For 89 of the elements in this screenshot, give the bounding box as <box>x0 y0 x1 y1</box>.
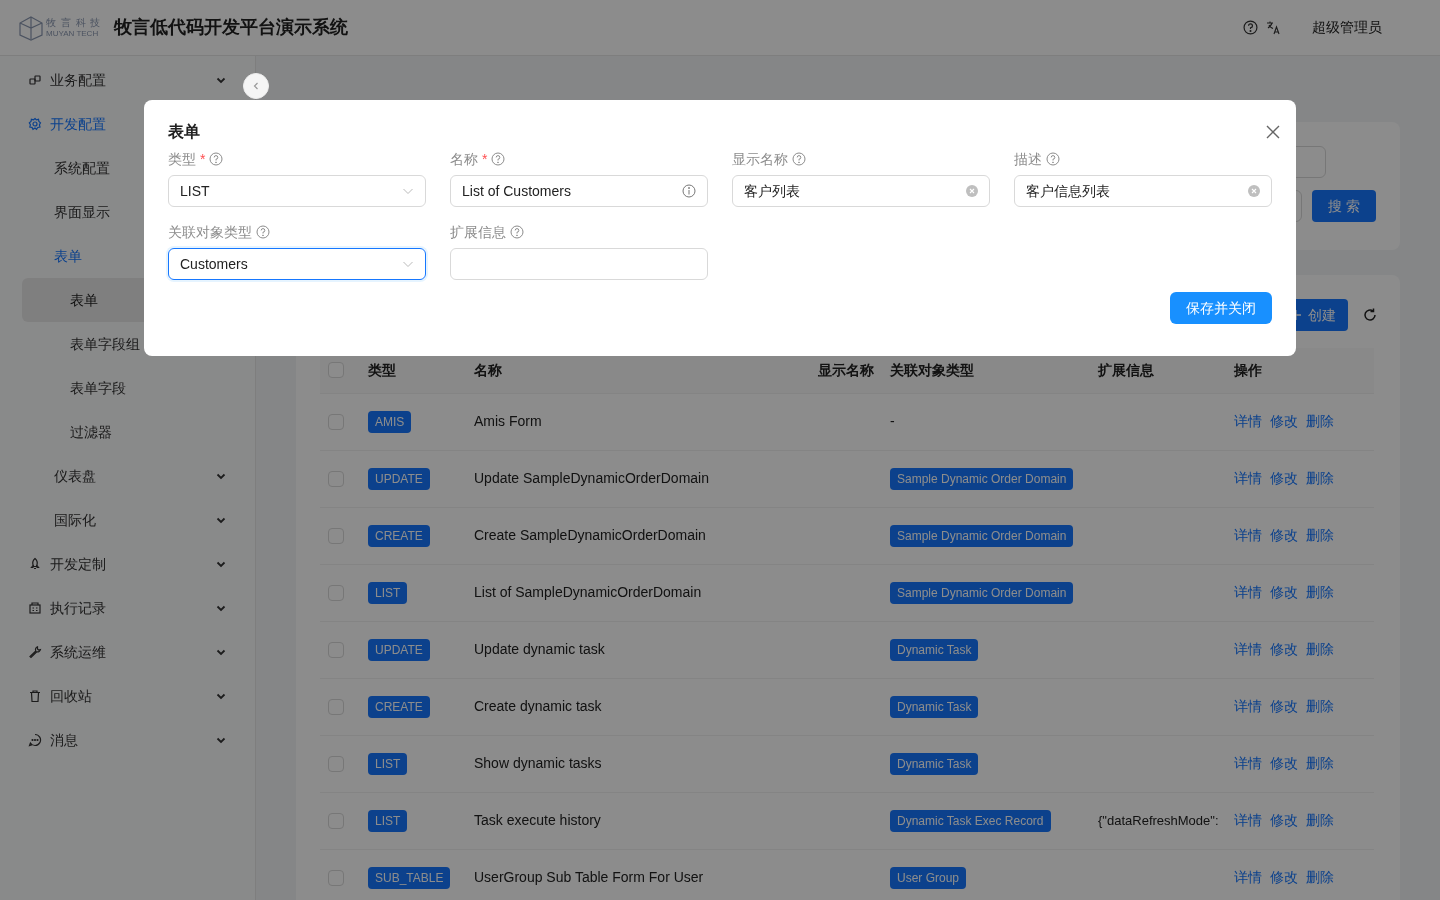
sidebar-item[interactable]: 过滤器 <box>22 410 233 454</box>
column-header: 操作 <box>1234 361 1262 378</box>
sidebar-item[interactable]: 业务配置 <box>0 58 255 102</box>
action-link[interactable]: 删除 <box>1306 696 1334 717</box>
field-label: 关联对象类型 <box>168 222 252 242</box>
input-field[interactable]: 客户信息列表 <box>1014 175 1272 207</box>
required-mark: * <box>482 149 488 169</box>
table-cell: UserGroup Sub Table Form For User <box>474 869 704 885</box>
action-link[interactable]: 详情 <box>1234 468 1262 489</box>
action-link[interactable]: 删除 <box>1306 468 1334 489</box>
table-cell: Update dynamic task <box>474 641 605 657</box>
app-title: 牧言低代码开发平台演示系统 <box>114 16 349 39</box>
object-tag: Sample Dynamic Order Domain <box>890 524 1074 547</box>
table-cell: - <box>890 413 895 429</box>
type-tag: CREATE <box>368 695 430 718</box>
action-link[interactable]: 修改 <box>1270 696 1298 717</box>
action-link[interactable]: 详情 <box>1234 639 1262 660</box>
type-tag: LIST <box>368 752 408 775</box>
object-tag: User Group <box>890 866 967 889</box>
action-link[interactable]: 详情 <box>1234 696 1262 717</box>
action-link[interactable]: 修改 <box>1270 468 1298 489</box>
sidebar-item[interactable]: 系统运维 <box>0 630 255 674</box>
action-link[interactable]: 删除 <box>1306 867 1334 888</box>
object-tag: Sample Dynamic Order Domain <box>890 581 1074 604</box>
action-link[interactable]: 详情 <box>1234 525 1262 546</box>
action-link[interactable]: 详情 <box>1234 867 1262 888</box>
table-cell: Show dynamic tasks <box>474 755 602 771</box>
table-cell: Task execute history <box>474 812 601 828</box>
table-cell: Create dynamic task <box>474 698 602 714</box>
column-header: 关联对象类型 <box>890 361 974 378</box>
search-button[interactable]: 搜 索 <box>1312 190 1376 222</box>
sidebar-item[interactable]: 仪表盘 <box>0 454 255 498</box>
sidebar-item[interactable]: 国际化 <box>0 498 255 542</box>
action-link[interactable]: 修改 <box>1270 411 1298 432</box>
object-tag: Dynamic Task <box>890 695 979 718</box>
column-header: 名称 <box>474 361 502 378</box>
action-link[interactable]: 修改 <box>1270 753 1298 774</box>
table-cell: Amis Form <box>474 413 542 429</box>
field-label: 类型 <box>168 149 196 169</box>
action-link[interactable]: 删除 <box>1306 810 1334 831</box>
select-field[interactable]: Customers <box>168 248 426 280</box>
field-label: 扩展信息 <box>450 222 506 242</box>
sidebar-item[interactable]: 回收站 <box>0 674 255 718</box>
field-label: 名称 <box>450 149 478 169</box>
input-field[interactable]: 客户列表 <box>732 175 990 207</box>
sidebar-item[interactable]: 表单字段 <box>22 366 233 410</box>
object-tag: Dynamic Task <box>890 638 979 661</box>
required-mark: * <box>200 149 206 169</box>
save-close-button[interactable]: 保存并关闭 <box>1170 292 1272 324</box>
type-tag: UPDATE <box>368 638 430 661</box>
object-tag: Dynamic Task <box>890 752 979 775</box>
column-header: 显示名称 <box>818 361 874 378</box>
action-link[interactable]: 详情 <box>1234 411 1262 432</box>
dialog-title: 表单 <box>168 122 200 142</box>
table-cell: List of SampleDynamicOrderDomain <box>474 584 702 600</box>
action-link[interactable]: 修改 <box>1270 582 1298 603</box>
action-link[interactable]: 修改 <box>1270 525 1298 546</box>
table-cell: {"dataRefreshMode": <box>1098 813 1219 828</box>
action-link[interactable]: 详情 <box>1234 810 1262 831</box>
action-link[interactable]: 删除 <box>1306 639 1334 660</box>
action-link[interactable]: 删除 <box>1306 411 1334 432</box>
type-tag: AMIS <box>368 410 412 433</box>
type-tag: SUB_TABLE <box>368 866 451 889</box>
action-link[interactable]: 删除 <box>1306 753 1334 774</box>
object-tag: Dynamic Task Exec Record <box>890 809 1051 832</box>
action-link[interactable]: 修改 <box>1270 639 1298 660</box>
action-link[interactable]: 删除 <box>1306 582 1334 603</box>
action-link[interactable]: 修改 <box>1270 810 1298 831</box>
column-header: 类型 <box>368 361 396 378</box>
table-cell: Update SampleDynamicOrderDomain <box>474 470 709 486</box>
sidebar-item[interactable]: 消息 <box>0 718 255 762</box>
type-tag: LIST <box>368 809 408 832</box>
select-field[interactable]: LIST <box>168 175 426 207</box>
type-tag: LIST <box>368 581 408 604</box>
action-link[interactable]: 详情 <box>1234 753 1262 774</box>
user-name[interactable]: 超级管理员 <box>1312 17 1382 38</box>
column-header: 扩展信息 <box>1098 361 1154 378</box>
sidebar-item[interactable]: 开发定制 <box>0 542 255 586</box>
object-tag: Sample Dynamic Order Domain <box>890 467 1074 490</box>
type-tag: UPDATE <box>368 467 430 490</box>
action-link[interactable]: 修改 <box>1270 867 1298 888</box>
action-link[interactable]: 删除 <box>1306 525 1334 546</box>
sidebar-item[interactable]: 执行记录 <box>0 586 255 630</box>
type-tag: CREATE <box>368 524 430 547</box>
action-link[interactable]: 详情 <box>1234 582 1262 603</box>
input-field[interactable]: List of Customers <box>450 175 708 207</box>
field-label: 描述 <box>1014 149 1042 169</box>
field-label: 显示名称 <box>732 149 788 169</box>
table-cell: Create SampleDynamicOrderDomain <box>474 527 706 543</box>
